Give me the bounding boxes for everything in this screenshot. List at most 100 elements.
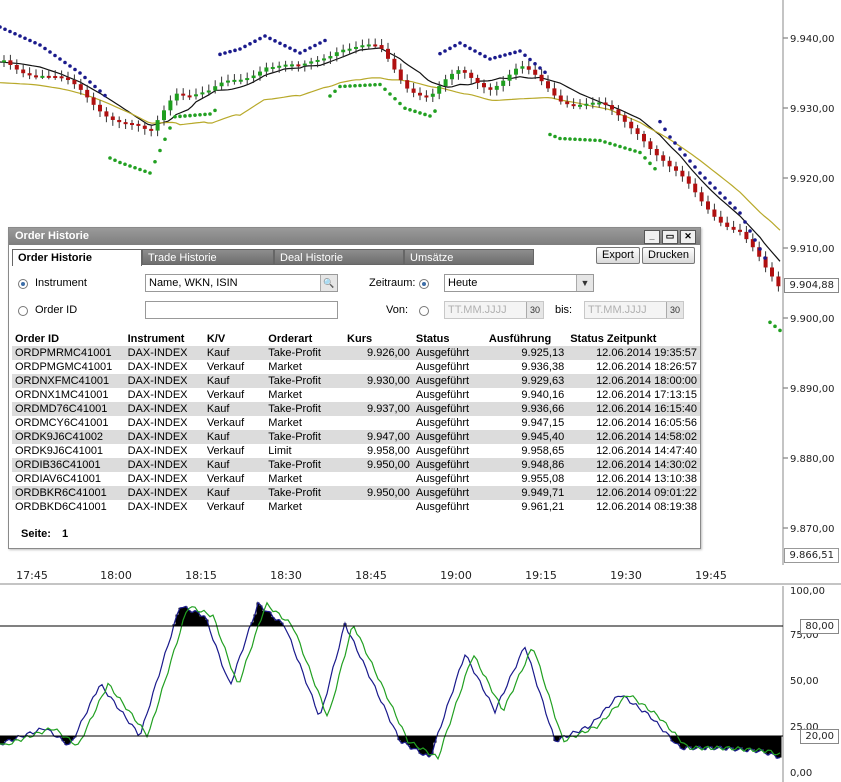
orders-table: Order ID Instrument K/V Orderart Kurs Status A… xyxy=(12,331,700,514)
minimize-icon[interactable]: _ xyxy=(644,230,660,244)
table-row[interactable]: ORDK9J6C41001 DAX-INDEX Verkauf Limit 9.958,… xyxy=(12,444,700,458)
table-cell: Limit xyxy=(268,445,292,457)
tab-umsaetze[interactable]: Umsätze xyxy=(404,249,534,265)
table-cell: Kauf xyxy=(203,430,266,444)
table-cell: Market xyxy=(268,473,302,485)
price-tick-label: 9.890,00 xyxy=(790,384,835,395)
table-cell: 9.936,38 xyxy=(521,361,565,373)
calendar-icon[interactable]: 30 xyxy=(666,302,683,318)
sar-dot xyxy=(318,41,322,45)
table-row[interactable]: ORDMCY6C41001 DAX-INDEX Verkauf Market Ausge… xyxy=(12,416,700,430)
sar-dot xyxy=(453,43,457,48)
instrument-search-input[interactable]: Name, WKN, ISIN 🔍 xyxy=(145,274,338,292)
sar-dot xyxy=(283,43,287,48)
sar-dot xyxy=(8,29,12,34)
table-row[interactable]: ORDPMRMC41001 DAX-INDEX Kauf Take-Profit 9.9… xyxy=(12,346,700,360)
table-row[interactable]: ORDIB36C41001 DAX-INDEX Kauf Take-Profit 9.9… xyxy=(12,458,700,472)
table-cell: 9.947,00 xyxy=(344,430,413,444)
table-row[interactable]: ORDMD76C41001 DAX-INDEX Kauf Take-Profit 9.9… xyxy=(12,402,700,416)
search-icon[interactable]: 🔍 xyxy=(320,275,337,291)
table-row[interactable]: ORDNXFMC41001 DAX-INDEX Kauf Take-Profit 9.9… xyxy=(12,374,700,388)
candle-body xyxy=(187,95,192,98)
column-header[interactable]: Status Zeitpunkt xyxy=(567,331,700,346)
column-header[interactable]: Instrument xyxy=(125,331,204,346)
table-cell: 9.950,00 xyxy=(344,486,413,500)
von-radio[interactable] xyxy=(419,306,429,316)
sar-dot xyxy=(128,164,132,168)
sar-dot xyxy=(198,112,202,117)
column-header[interactable]: Status xyxy=(413,331,486,346)
sar-dot xyxy=(703,176,707,180)
table-cell: 9.955,08 xyxy=(521,473,565,485)
tab-deal-historie[interactable]: Deal Historie xyxy=(274,249,404,265)
table-row[interactable]: ORDBKD6C41001 DAX-INDEX Verkauf Market Ausge… xyxy=(12,500,700,514)
candle-body xyxy=(200,92,205,95)
zeitraum-label: Zeitraum: xyxy=(369,277,416,289)
column-header[interactable]: K/V xyxy=(204,331,265,346)
sar-dot xyxy=(383,87,387,92)
sar-dot xyxy=(243,44,247,49)
column-header[interactable]: Ausführung xyxy=(486,331,567,346)
instrument-radio[interactable] xyxy=(18,279,28,289)
sar-dot xyxy=(458,41,462,45)
table-cell: DAX-INDEX xyxy=(124,402,204,416)
tab-order-historie[interactable]: Order Historie xyxy=(12,249,142,266)
table-cell: 9.958,65 xyxy=(521,445,565,457)
stochastic-chart[interactable]: 100,0075,0050,0025,000,00 xyxy=(0,586,841,782)
sar-dot xyxy=(723,196,727,200)
column-header[interactable]: Kurs xyxy=(344,331,413,346)
zeitraum-select[interactable]: Heute ▼ xyxy=(444,274,594,292)
candle-body xyxy=(770,267,774,277)
table-cell: Market xyxy=(268,417,302,429)
table-cell: Market xyxy=(268,501,302,513)
price-tick-label: 9.910,00 xyxy=(790,244,835,255)
sar-dot xyxy=(353,83,357,88)
table-cell: DAX-INDEX xyxy=(127,389,188,401)
sar-dot xyxy=(663,127,667,132)
time-tick-label: 19:00 xyxy=(440,569,472,582)
bis-date-input[interactable]: TT.MM.JJJJ 30 xyxy=(584,301,684,319)
sar-dot xyxy=(428,114,432,118)
export-button[interactable]: Export xyxy=(596,247,640,264)
price-tick-label: 9.940,00 xyxy=(790,34,835,45)
zeitraum-radio[interactable] xyxy=(419,279,429,289)
candle-body xyxy=(674,166,678,171)
candle-body xyxy=(181,93,186,96)
table-row[interactable]: ORDNX1MC41001 DAX-INDEX Verkauf Market Ausge… xyxy=(12,388,700,402)
table-row[interactable]: ORDBKR6C41001 DAX-INDEX Kauf Take-Profit 9.9… xyxy=(12,486,700,500)
orderid-input[interactable] xyxy=(145,301,338,319)
sar-dot xyxy=(683,153,687,157)
window-titlebar[interactable]: Order Historie _ ▭ ✕ xyxy=(9,228,700,245)
candle-body xyxy=(219,82,224,87)
sar-dot xyxy=(633,149,637,153)
table-cell: ORDNXFMC41001 xyxy=(12,374,125,388)
column-header[interactable]: Order ID xyxy=(12,331,125,346)
sar-dot xyxy=(73,67,77,72)
column-header[interactable]: Orderart xyxy=(265,331,344,346)
table-row[interactable]: ORDIAV6C41001 DAX-INDEX Verkauf Market Ausge… xyxy=(12,472,700,486)
print-button[interactable]: Drucken xyxy=(642,247,695,264)
candle-body xyxy=(699,192,704,202)
order-history-window[interactable]: Order Historie _ ▭ ✕ Order Historie Trad… xyxy=(8,227,701,549)
candle-body xyxy=(46,75,51,78)
orderid-radio[interactable] xyxy=(18,306,28,316)
sar-dot xyxy=(103,93,107,98)
table-row[interactable]: ORDPMGMC41001 DAX-INDEX Verkauf Market Ausge… xyxy=(12,360,700,374)
sar-dot xyxy=(498,54,502,59)
maximize-icon[interactable]: ▭ xyxy=(662,230,678,244)
candle-body xyxy=(8,60,13,65)
sar-dot xyxy=(363,83,367,88)
calendar-icon[interactable]: 30 xyxy=(526,302,543,318)
table-row[interactable]: ORDK9J6C41002 DAX-INDEX Kauf Take-Profit 9.9… xyxy=(12,430,700,444)
time-tick-label: 18:45 xyxy=(355,569,387,582)
candle-body xyxy=(686,176,691,184)
price-tick-label: 9.900,00 xyxy=(790,314,835,325)
page-number[interactable]: 1 xyxy=(62,528,68,540)
chevron-down-icon[interactable]: ▼ xyxy=(576,275,593,291)
candle-body xyxy=(533,69,538,75)
von-date-input[interactable]: TT.MM.JJJJ 30 xyxy=(444,301,544,319)
sar-dot xyxy=(598,138,602,143)
close-icon[interactable]: ✕ xyxy=(680,230,696,244)
tab-trade-historie[interactable]: Trade Historie xyxy=(142,249,274,265)
sar-dot xyxy=(378,82,382,87)
